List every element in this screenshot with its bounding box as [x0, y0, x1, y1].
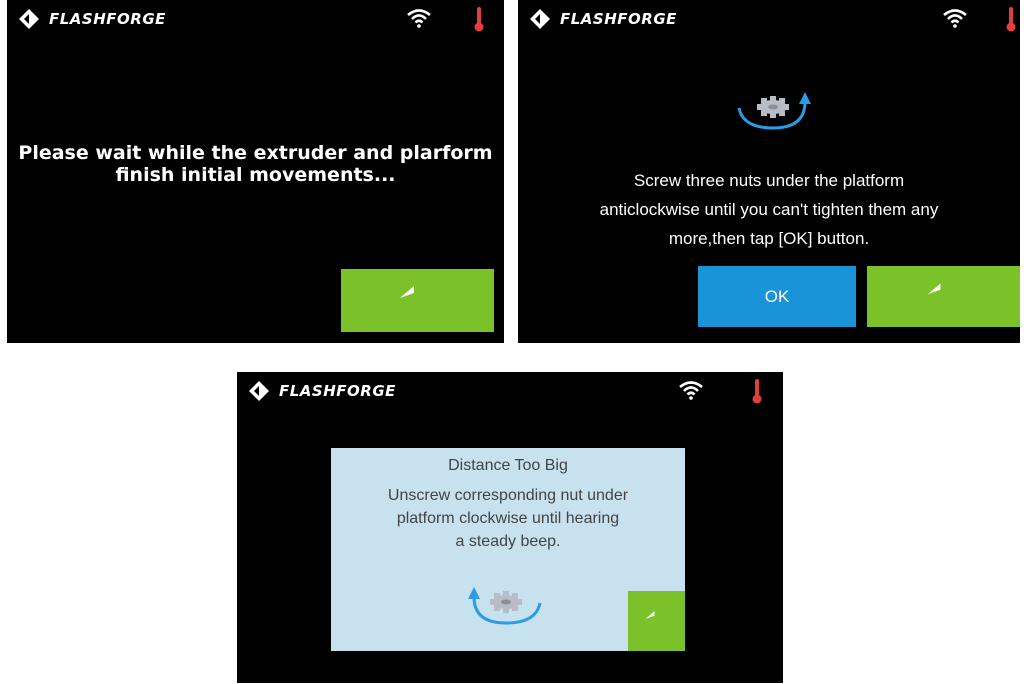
status-message: Please wait while the extruder and plarf…	[7, 142, 504, 186]
message-line: platform clockwise until hearing	[396, 510, 620, 527]
back-arrow-icon	[644, 611, 654, 620]
logo: FLASHFORGE	[19, 9, 166, 29]
instruction-message: Screw three nuts under the platform anti…	[518, 166, 1020, 253]
flashforge-logo-icon	[19, 9, 39, 29]
top-bar: FLASHFORGE	[7, 0, 504, 38]
dialog-title: Distance Too Big	[448, 457, 568, 474]
back-button[interactable]	[628, 591, 685, 651]
thermometer-icon	[1006, 7, 1016, 32]
message-line: Screw three nuts under the platform	[633, 171, 905, 190]
message-line: Please wait while the extruder and plarf…	[18, 142, 493, 164]
nut-rotate-anticlockwise-icon	[737, 92, 811, 130]
message-line: more,then tap [OK] button.	[668, 229, 870, 248]
wifi-icon	[943, 9, 967, 28]
message-line: Unscrew corresponding nut under	[387, 487, 629, 504]
brand-name: FLASHFORGE	[279, 382, 396, 400]
screen-distance-too-big: FLASHFORGE Distance Too Big Unscrew corr…	[237, 372, 783, 683]
flashforge-logo-icon	[530, 9, 550, 29]
flashforge-logo-icon	[249, 381, 269, 401]
top-bar: FLASHFORGE	[518, 0, 1020, 38]
thermometer-icon	[752, 379, 762, 404]
wifi-icon	[407, 9, 431, 28]
back-arrow-icon	[399, 285, 414, 298]
brand-name: FLASHFORGE	[49, 10, 166, 28]
thermometer-icon	[474, 7, 484, 32]
back-button[interactable]	[341, 269, 494, 332]
logo: FLASHFORGE	[530, 9, 677, 29]
message-line: anticlockwise until you can't tighten th…	[599, 200, 939, 219]
warning-dialog: Distance Too Big Unscrew corresponding n…	[331, 448, 685, 651]
dialog-message: Unscrew corresponding nut under platform…	[351, 484, 665, 553]
logo: FLASHFORGE	[249, 381, 396, 401]
ok-button[interactable]: OK	[698, 266, 856, 327]
top-bar: FLASHFORGE	[237, 372, 783, 410]
message-line: a steady beep.	[455, 533, 561, 550]
screen-screw-nuts: FLASHFORGE Screw three nuts under the pl…	[518, 0, 1020, 343]
screen-initial-movements: FLASHFORGE Please wait while the extrude…	[7, 0, 504, 343]
brand-name: FLASHFORGE	[560, 10, 677, 28]
back-button[interactable]	[867, 266, 1020, 327]
nut-rotate-clockwise-icon	[468, 587, 542, 625]
back-arrow-icon	[927, 283, 940, 294]
wifi-icon	[679, 381, 703, 400]
message-line: finish initial movements...	[115, 164, 396, 186]
